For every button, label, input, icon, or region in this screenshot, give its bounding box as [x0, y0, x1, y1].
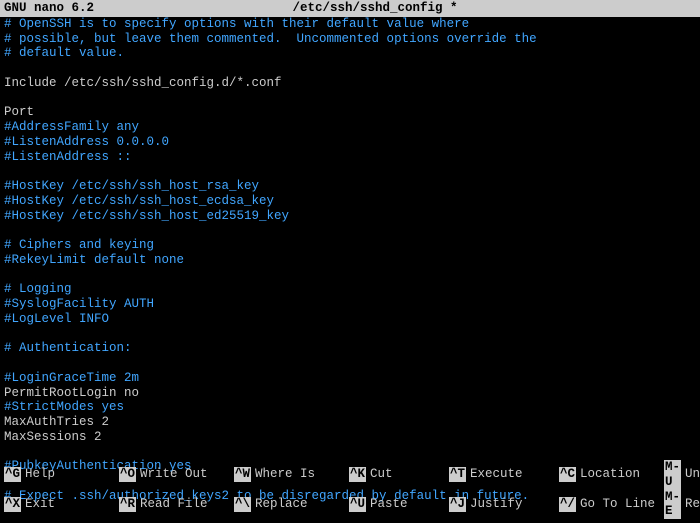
editor-line[interactable]: # Authentication: [4, 341, 696, 356]
menu-key: ^T [449, 467, 466, 482]
menu-label: Go To Line [580, 497, 655, 512]
menu-label: Write Out [140, 467, 208, 482]
menu-item[interactable]: ^K Cut [349, 460, 449, 490]
editor-line[interactable] [4, 223, 696, 238]
menu-item[interactable]: ^\ Replace [234, 490, 349, 520]
menu-item[interactable]: ^/ Go To Line [559, 490, 664, 520]
menu-label: Execute [470, 467, 523, 482]
editor-line[interactable]: #LogLevel INFO [4, 312, 696, 327]
menu-item[interactable]: ^R Read File [119, 490, 234, 520]
menu-key: ^W [234, 467, 251, 482]
menu-key: ^\ [234, 497, 251, 512]
editor-line[interactable] [4, 268, 696, 283]
menu-key: ^J [449, 497, 466, 512]
menu-item[interactable]: ^C Location [559, 460, 664, 490]
editor-line[interactable]: #StrictModes yes [4, 400, 696, 415]
app-name: GNU nano 6.2 [4, 1, 94, 16]
editor-line[interactable] [4, 91, 696, 106]
menu-key: M-U [664, 460, 681, 490]
editor-line[interactable] [4, 164, 696, 179]
menu-key: ^/ [559, 497, 576, 512]
menu-key: ^X [4, 497, 21, 512]
editor-line[interactable]: MaxAuthTries 2 [4, 415, 696, 430]
menu-item[interactable]: M-U Undo [664, 460, 700, 490]
editor-line[interactable]: #HostKey /etc/ssh/ssh_host_rsa_key [4, 179, 696, 194]
editor-line[interactable]: # OpenSSH is to specify options with the… [4, 17, 696, 32]
editor-line[interactable]: # default value. [4, 46, 696, 61]
editor-content[interactable]: # OpenSSH is to specify options with the… [0, 17, 700, 504]
menu-item[interactable]: M-E Redo [664, 490, 700, 520]
menu-label: Undo [685, 467, 700, 482]
editor-line[interactable]: PermitRootLogin no [4, 386, 696, 401]
menu-key: ^R [119, 497, 136, 512]
editor-line[interactable]: # Ciphers and keying [4, 238, 696, 253]
editor-line[interactable]: #ListenAddress 0.0.0.0 [4, 135, 696, 150]
editor-line[interactable]: #ListenAddress :: [4, 150, 696, 165]
editor-line[interactable] [4, 356, 696, 371]
titlebar-spacer [656, 1, 696, 16]
menu-key: ^K [349, 467, 366, 482]
menu-key: ^G [4, 467, 21, 482]
menu-item[interactable]: ^G Help [4, 460, 119, 490]
menu-row-1: ^G Help ^O Write Out ^W Where Is ^K Cut ^T Execut… [4, 460, 696, 490]
titlebar: GNU nano 6.2 /etc/ssh/sshd_config * [0, 0, 700, 17]
menu-label: Replace [255, 497, 308, 512]
editor-line[interactable]: MaxSessions 2 [4, 430, 696, 445]
menu-key: ^O [119, 467, 136, 482]
editor-line[interactable]: #HostKey /etc/ssh/ssh_host_ed25519_key [4, 209, 696, 224]
menu-label: Help [25, 467, 55, 482]
menu-key: ^C [559, 467, 576, 482]
editor-line[interactable]: #HostKey /etc/ssh/ssh_host_ecdsa_key [4, 194, 696, 209]
menu-item[interactable]: ^J Justify [449, 490, 559, 520]
menu-label: Location [580, 467, 640, 482]
editor-line[interactable]: #RekeyLimit default none [4, 253, 696, 268]
editor-line[interactable]: #AddressFamily any [4, 120, 696, 135]
editor-line[interactable] [4, 445, 696, 460]
editor-line[interactable]: # Logging [4, 282, 696, 297]
menu-label: Redo [685, 497, 700, 512]
menu-item[interactable]: ^W Where Is [234, 460, 349, 490]
editor-line[interactable]: Port [4, 105, 696, 120]
editor-line[interactable] [4, 327, 696, 342]
menu-row-2: ^X Exit ^R Read File ^\ Replace ^U Paste ^J Justi… [4, 490, 696, 520]
menu-item[interactable]: ^X Exit [4, 490, 119, 520]
menu-label: Where Is [255, 467, 315, 482]
menu-label: Justify [470, 497, 523, 512]
menu-label: Exit [25, 497, 55, 512]
editor-line[interactable]: #LoginGraceTime 2m [4, 371, 696, 386]
menu-item[interactable]: ^O Write Out [119, 460, 234, 490]
menu-key: ^U [349, 497, 366, 512]
editor-line[interactable]: # possible, but leave them commented. Un… [4, 32, 696, 47]
editor-line[interactable] [4, 61, 696, 76]
editor-line[interactable]: #SyslogFacility AUTH [4, 297, 696, 312]
menu-item[interactable]: ^T Execute [449, 460, 559, 490]
menu-label: Paste [370, 497, 408, 512]
menu-label: Read File [140, 497, 208, 512]
editor-line[interactable]: Include /etc/ssh/sshd_config.d/*.conf [4, 76, 696, 91]
shortcut-menu: ^G Help ^O Write Out ^W Where Is ^K Cut ^T Execut… [4, 460, 696, 519]
menu-label: Cut [370, 467, 393, 482]
menu-item[interactable]: ^U Paste [349, 490, 449, 520]
menu-key: M-E [664, 490, 681, 520]
file-name: /etc/ssh/sshd_config * [94, 1, 656, 16]
